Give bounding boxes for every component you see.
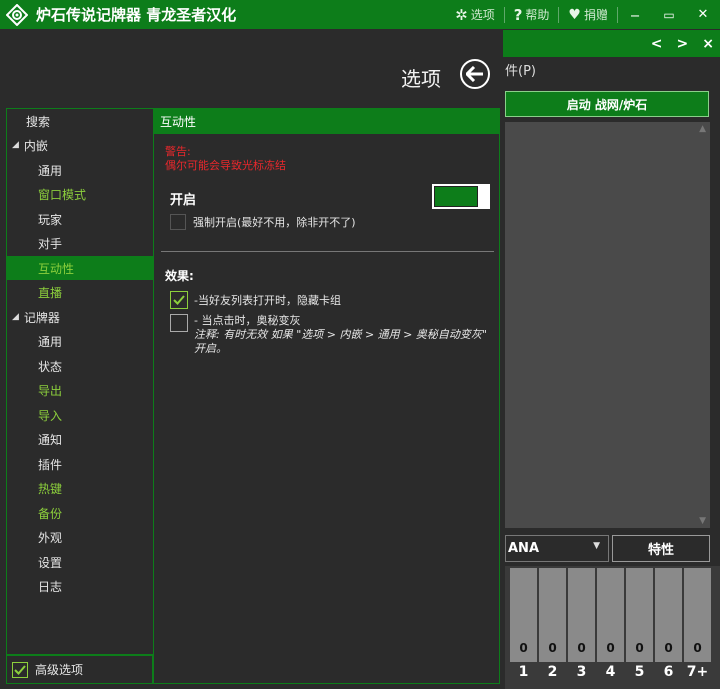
sidebar-item-backup[interactable]: 备份 xyxy=(7,501,153,525)
force-enable-checkbox[interactable] xyxy=(170,214,186,230)
close-icon[interactable]: × xyxy=(702,36,714,52)
sidebar-item-interactivity[interactable]: 互动性 xyxy=(7,256,153,280)
scroll-up-icon[interactable]: ▲ xyxy=(699,124,706,134)
sidebar-item-log[interactable]: 日志 xyxy=(7,574,153,598)
advanced-options-row[interactable]: 高级选项 xyxy=(6,655,153,684)
sidebar-item-plugins[interactable]: 插件 xyxy=(7,452,153,476)
chevron-right-icon[interactable]: > xyxy=(677,36,689,52)
arrow-left-icon xyxy=(466,66,483,82)
options-content-panel: 互动性 警告: 偶尔可能会导致光标冻结 开启 强制开启(最好不用，除非开不了) … xyxy=(153,108,500,684)
mana-select-value: ANA xyxy=(508,541,540,556)
effect-gray-secret-row[interactable]: - 当点击时，奥秘变灰 注释: 有时无效 如果 "选项 > 内嵌 > 通用 > … xyxy=(170,314,490,356)
mana-count: 0 xyxy=(693,641,702,655)
mana-select[interactable]: ANA ▼ xyxy=(505,535,609,562)
sidebar-item-settings[interactable]: 设置 xyxy=(7,550,153,574)
sidebar-item-hotkeys[interactable]: 热键 xyxy=(7,476,153,500)
effect-hide-deck-checkbox[interactable] xyxy=(170,291,188,309)
heart-icon: ♥ xyxy=(568,6,581,23)
mana-count: 0 xyxy=(664,641,673,655)
chevron-down-icon: ▼ xyxy=(593,541,600,551)
options-title: 选项 xyxy=(401,67,441,91)
sidebar-item-player[interactable]: 玩家 xyxy=(7,207,153,231)
sidebar-item-streaming[interactable]: 直播 xyxy=(7,280,153,304)
options-sidebar: 搜索 ◢ 内嵌 通用 窗口模式 玩家 对手 互动性 直播 ◢ 记牌器 通用 状态 导… xyxy=(6,108,153,655)
title-bar: 炉石传说记牌器 青龙圣者汉化 ✲ 选项 ? 帮助 ♥ 捐赠 ‒ ▭ ✕ xyxy=(0,0,720,29)
deck-nav-bar: < > × xyxy=(503,30,720,57)
sidebar-item-import[interactable]: 导入 xyxy=(7,403,153,427)
mana-count: 0 xyxy=(606,641,615,655)
back-button[interactable] xyxy=(460,59,490,89)
sidebar-item-label: 记牌器 xyxy=(23,310,60,325)
options-menu-label: 选项 xyxy=(470,8,495,22)
sidebar-item-tracker[interactable]: ◢ 记牌器 xyxy=(7,305,153,329)
close-icon: ✕ xyxy=(697,7,709,22)
sidebar-item-tracker-general[interactable]: 通用 xyxy=(7,329,153,353)
menu-item[interactable]: 件(P) xyxy=(505,60,536,79)
checkmark-icon xyxy=(173,295,185,305)
attributes-button[interactable]: 特性 xyxy=(612,535,710,562)
donate-label: 捐赠 xyxy=(583,8,608,22)
scroll-down-icon[interactable]: ▼ xyxy=(699,516,706,526)
mana-cost-label: 7+ xyxy=(686,664,709,680)
toggle-fill xyxy=(434,186,478,207)
mana-cost-label: 1 xyxy=(518,664,529,680)
divider xyxy=(161,251,494,252)
effect-gray-secret-note: 注释: 有时无效 如果 "选项 > 内嵌 > 通用 > 奥秘自动变灰" 开启。 xyxy=(194,328,487,355)
gear-icon: ✲ xyxy=(455,5,468,24)
maximize-button[interactable]: ▭ xyxy=(652,0,686,29)
close-button[interactable]: ✕ xyxy=(686,0,720,29)
sidebar-item-window-mode[interactable]: 窗口模式 xyxy=(7,182,153,206)
mana-cost-label: 6 xyxy=(663,664,674,680)
effects-label: 效果: xyxy=(165,269,194,283)
minimize-button[interactable]: ‒ xyxy=(618,0,652,29)
sidebar-item-appearance[interactable]: 外观 xyxy=(7,525,153,549)
options-menu-button[interactable]: ✲ 选项 xyxy=(446,6,504,24)
sidebar-item-general[interactable]: 通用 xyxy=(7,158,153,182)
sidebar-item-search[interactable]: 搜索 xyxy=(7,109,153,133)
sidebar-item-label: 内嵌 xyxy=(23,138,48,153)
mana-count: 0 xyxy=(635,641,644,655)
warning-message: 警告: 偶尔可能会导致光标冻结 xyxy=(165,145,286,173)
force-enable-row[interactable]: 强制开启(最好不用，除非开不了) xyxy=(170,214,356,230)
mana-curve: 0 0 0 0 0 0 0 1 2 3 4 5 6 7+ xyxy=(505,566,720,689)
effect-hide-deck-label: -当好友列表打开时，隐藏卡组 xyxy=(194,294,341,307)
warning-text: 偶尔可能会导致光标冻结 xyxy=(165,159,286,172)
sidebar-item-status[interactable]: 状态 xyxy=(7,354,153,378)
mana-cost-label: 4 xyxy=(605,664,616,680)
enable-toggle[interactable] xyxy=(432,184,490,209)
effect-gray-secret-checkbox[interactable] xyxy=(170,314,188,332)
mana-cost-label: 3 xyxy=(576,664,587,680)
enable-label: 开启 xyxy=(170,193,197,208)
mana-count: 0 xyxy=(548,641,557,655)
launch-battlenet-button[interactable]: 启动 战网/炉石 xyxy=(505,91,709,117)
sidebar-item-embedded[interactable]: ◢ 内嵌 xyxy=(7,133,153,157)
deck-list[interactable]: ▲ ▼ xyxy=(505,122,710,528)
triangle-down-icon: ◢ xyxy=(12,140,19,150)
app-logo-icon xyxy=(6,3,28,26)
advanced-options-label: 高级选项 xyxy=(35,663,84,677)
question-icon: ? xyxy=(513,5,523,24)
triangle-down-icon: ◢ xyxy=(12,312,19,322)
warning-title: 警告: xyxy=(165,145,191,158)
maximize-icon: ▭ xyxy=(663,7,675,22)
mana-count: 0 xyxy=(577,641,586,655)
help-button[interactable]: ? 帮助 xyxy=(505,6,559,24)
panel-header: 互动性 xyxy=(154,109,499,134)
minimize-icon: ‒ xyxy=(630,5,640,24)
effect-gray-secret-label: - 当点击时，奥秘变灰 xyxy=(194,314,301,327)
app-title: 炉石传说记牌器 青龙圣者汉化 xyxy=(36,6,237,24)
sidebar-item-opponent[interactable]: 对手 xyxy=(7,231,153,255)
mana-cost-label: 2 xyxy=(547,664,558,680)
donate-button[interactable]: ♥ 捐赠 xyxy=(559,6,617,24)
sidebar-item-export[interactable]: 导出 xyxy=(7,378,153,402)
advanced-options-checkbox[interactable] xyxy=(12,661,28,678)
checkmark-icon xyxy=(14,664,26,675)
mana-cost-label: 5 xyxy=(634,664,645,680)
help-label: 帮助 xyxy=(525,8,550,22)
mana-count: 0 xyxy=(519,641,528,655)
effect-hide-deck-row[interactable]: -当好友列表打开时，隐藏卡组 xyxy=(170,291,341,309)
force-enable-label: 强制开启(最好不用，除非开不了) xyxy=(193,216,356,229)
sidebar-item-notifications[interactable]: 通知 xyxy=(7,427,153,451)
chevron-left-icon[interactable]: < xyxy=(651,36,663,52)
